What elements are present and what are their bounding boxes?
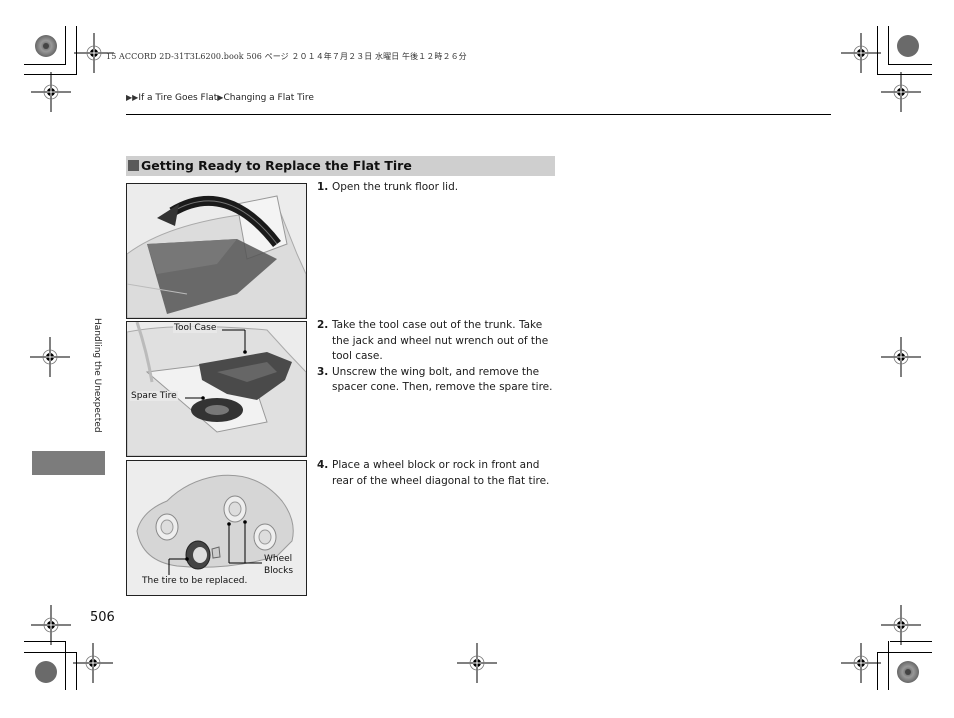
section-title: Getting Ready to Replace the Flat Tire	[141, 158, 412, 173]
step-4: 4. Place a wheel block or rock in front …	[317, 458, 562, 489]
step-text: Take the tool case out of the trunk. Tak…	[332, 319, 549, 362]
step-number: 2.	[317, 319, 329, 331]
page-number: 506	[90, 610, 115, 625]
breadcrumb: ▶▶If a Tire Goes Flat▶Changing a Flat Ti…	[126, 93, 314, 103]
step-3: 3. Unscrew the wing bolt, and remove the…	[317, 365, 562, 396]
header-rule	[126, 114, 831, 115]
figure-tool-case-spare-tire: Tool Case Spare Tire	[126, 321, 307, 457]
registration-mark-icon	[30, 337, 70, 377]
figure-wheel-blocks: Wheel Blocks The tire to be replaced.	[126, 460, 307, 596]
step-text: Place a wheel block or rock in front and…	[332, 459, 550, 487]
step-number: 3.	[317, 365, 329, 378]
registration-mark-icon	[881, 337, 921, 377]
registration-mark-icon	[457, 643, 497, 683]
print-file-header: 15 ACCORD 2D-31T3L6200.book 506 ページ ２０１４…	[106, 52, 467, 61]
step-2: 2. Take the tool case out of the trunk. …	[317, 318, 562, 365]
step-number: 4.	[317, 459, 329, 471]
registration-mark-icon	[881, 605, 921, 645]
gray-square-icon	[128, 160, 139, 171]
right-triangle-icon: ▶▶	[126, 93, 139, 102]
step-number: 1.	[317, 181, 329, 193]
step-1: 1. Open the trunk floor lid.	[317, 180, 562, 196]
registration-mark-icon	[881, 72, 921, 112]
registration-mark-icon	[841, 33, 881, 73]
callout-tool-case: Tool Case	[173, 323, 218, 333]
print-density-disc-icon	[35, 661, 57, 683]
step-text: Unscrew the wing bolt, and remove the sp…	[332, 365, 553, 394]
breadcrumb-item[interactable]: If a Tire Goes Flat	[138, 93, 217, 103]
breadcrumb-item[interactable]: Changing a Flat Tire	[223, 93, 313, 103]
registration-mark-icon	[73, 643, 113, 683]
step-list-group-1: 1. Open the trunk floor lid.	[317, 180, 562, 196]
step-list-group-2: 2. Take the tool case out of the trunk. …	[317, 318, 562, 396]
print-density-disc-icon	[35, 35, 57, 57]
step-text: Open the trunk floor lid.	[332, 181, 459, 193]
chapter-tab[interactable]	[32, 451, 105, 475]
registration-mark-icon	[31, 72, 71, 112]
figure-open-trunk-floor-lid	[126, 183, 307, 319]
registration-mark-icon	[841, 643, 881, 683]
wheel-icon	[155, 513, 179, 541]
chapter-side-label[interactable]: Handling the Unexpected	[92, 318, 102, 433]
print-density-disc-icon	[897, 661, 919, 683]
callout-tire-to-replace: The tire to be replaced.	[142, 576, 248, 586]
callout-spare-tire: Spare Tire	[130, 391, 178, 401]
callout-blocks: Blocks	[264, 566, 294, 576]
section-heading: Getting Ready to Replace the Flat Tire	[126, 156, 555, 176]
step-list-group-3: 4. Place a wheel block or rock in front …	[317, 458, 562, 489]
print-density-disc-icon	[897, 35, 919, 57]
registration-mark-icon	[31, 605, 71, 645]
callout-wheel: Wheel	[264, 554, 293, 564]
